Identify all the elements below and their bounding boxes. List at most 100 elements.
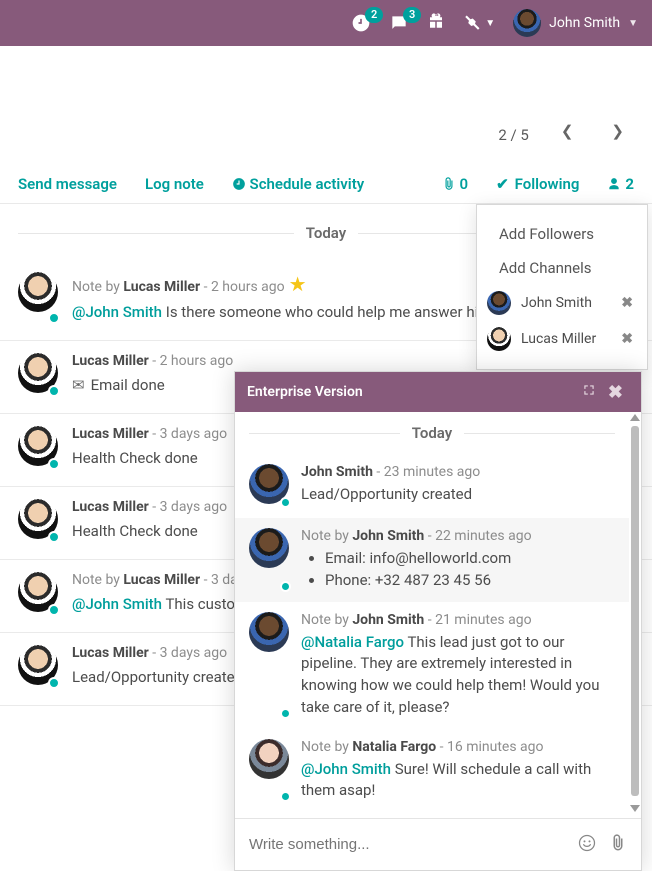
status-indicator bbox=[48, 677, 60, 689]
bullet-list: Email: info@helloworld.comPhone: +32 487… bbox=[325, 548, 615, 592]
note-prefix: Note by bbox=[72, 572, 123, 588]
message-time: - 23 minutes ago bbox=[373, 464, 480, 480]
status-indicator bbox=[48, 385, 60, 397]
chat-message-header: John Smith - 23 minutes ago bbox=[301, 464, 615, 480]
schedule-activity-tab[interactable]: Schedule activity bbox=[232, 175, 364, 193]
message-time: - 22 minutes ago bbox=[424, 528, 531, 544]
mention[interactable]: @John Smith bbox=[72, 595, 162, 613]
messages-icon[interactable]: 3 bbox=[389, 13, 409, 33]
message-text: Email done bbox=[91, 376, 165, 394]
author-name: John Smith bbox=[352, 528, 424, 544]
followers-panel: Add Followers Add Channels John Smith✖Lu… bbox=[476, 204, 648, 370]
message-time: - 21 minutes ago bbox=[424, 612, 531, 628]
author-name: Lucas Miller bbox=[72, 645, 149, 661]
emoji-icon[interactable] bbox=[577, 833, 597, 857]
note-prefix: Note by bbox=[301, 612, 352, 628]
pager: 2 / 5 ❮ ❯ bbox=[0, 46, 652, 164]
envelope-icon: ✉ bbox=[72, 376, 85, 394]
chevron-down-icon: ▼ bbox=[628, 18, 638, 29]
followers-button[interactable]: 2 bbox=[607, 175, 634, 193]
message-time: - 2 hours ago bbox=[200, 279, 284, 295]
avatar bbox=[18, 272, 58, 312]
message-text: Lead/Opportunity created bbox=[301, 485, 472, 503]
status-indicator bbox=[280, 497, 291, 508]
pager-next[interactable]: ❯ bbox=[605, 118, 630, 144]
activities-icon[interactable]: 2 bbox=[351, 13, 371, 33]
chat-message: John Smith - 23 minutes ago Lead/Opportun… bbox=[235, 454, 629, 518]
chat-window: Enterprise Version ✖ Today John Smith - … bbox=[234, 371, 642, 871]
attach-icon[interactable] bbox=[609, 834, 627, 856]
status-indicator bbox=[48, 604, 60, 616]
avatar bbox=[249, 739, 289, 779]
topbar: 2 3 ▼ John Smith ▼ bbox=[0, 0, 652, 46]
note-prefix: Note by bbox=[301, 528, 352, 544]
scroll-down-arrow[interactable] bbox=[630, 805, 640, 812]
following-button[interactable]: ✔ Following bbox=[496, 175, 579, 193]
message-time: - 2 hours ago bbox=[149, 353, 233, 369]
activities-badge: 2 bbox=[365, 7, 383, 23]
user-menu[interactable]: John Smith ▼ bbox=[513, 9, 638, 37]
avatar bbox=[249, 528, 289, 568]
tools-dropdown[interactable]: ▼ bbox=[463, 14, 495, 32]
follower-row[interactable]: Lucas Miller ✖ bbox=[477, 321, 647, 357]
chat-header[interactable]: Enterprise Version ✖ bbox=[235, 372, 641, 412]
avatar bbox=[487, 291, 511, 315]
chat-message-body: Email: info@helloworld.comPhone: +32 487… bbox=[301, 548, 615, 592]
add-followers-item[interactable]: Add Followers bbox=[477, 217, 647, 251]
expand-icon[interactable] bbox=[576, 383, 602, 401]
author-name: Lucas Miller bbox=[123, 279, 200, 295]
close-icon[interactable]: ✖ bbox=[602, 382, 629, 403]
author-name: John Smith bbox=[301, 464, 373, 480]
message-text: Lead/Opportunity created bbox=[72, 668, 243, 686]
star-icon[interactable]: ★ bbox=[289, 272, 307, 296]
chat-message-header: Note by Natalia Fargo - 16 minutes ago bbox=[301, 739, 615, 755]
list-item: Phone: +32 487 23 45 56 bbox=[325, 570, 615, 592]
message-time: - 3 days ago bbox=[149, 499, 227, 515]
scroll-up-arrow[interactable] bbox=[630, 414, 640, 421]
message-text: Health Check done bbox=[72, 522, 198, 540]
mention[interactable]: @Natalia Fargo bbox=[301, 633, 404, 651]
avatar bbox=[513, 9, 541, 37]
pager-label: 2 / 5 bbox=[498, 126, 529, 144]
pager-prev[interactable]: ❮ bbox=[555, 118, 580, 144]
chat-message: Note by John Smith - 21 minutes ago@Nata… bbox=[235, 602, 629, 729]
avatar bbox=[249, 612, 289, 652]
add-channels-item[interactable]: Add Channels bbox=[477, 251, 647, 285]
follower-name: John Smith bbox=[521, 295, 592, 311]
chat-message-header: Note by John Smith - 22 minutes ago bbox=[301, 528, 615, 544]
user-name: John Smith bbox=[549, 15, 620, 31]
mention[interactable]: @John Smith bbox=[72, 303, 162, 321]
scrollbar-thumb[interactable] bbox=[631, 426, 639, 796]
send-message-tab[interactable]: Send message bbox=[18, 175, 117, 193]
mention[interactable]: @John Smith bbox=[301, 760, 391, 778]
author-name: Lucas Miller bbox=[72, 426, 149, 442]
message-time: - 3 days ago bbox=[149, 426, 227, 442]
remove-follower-icon[interactable]: ✖ bbox=[617, 331, 637, 347]
follower-name: Lucas Miller bbox=[521, 331, 596, 347]
chat-message-body: @Natalia Fargo This lead just got to our… bbox=[301, 632, 615, 719]
status-indicator bbox=[280, 708, 291, 719]
status-indicator bbox=[280, 581, 291, 592]
chat-input[interactable] bbox=[249, 836, 565, 853]
chat-message: Note by Natalia Fargo - 16 minutes ago @J… bbox=[235, 729, 629, 813]
status-indicator bbox=[48, 531, 60, 543]
chatter-action-bar: Send message Log note Schedule activity … bbox=[0, 164, 652, 204]
remove-follower-icon[interactable]: ✖ bbox=[617, 295, 637, 311]
note-prefix: Note by bbox=[72, 279, 123, 295]
avatar bbox=[487, 327, 511, 351]
chat-date-separator: Today bbox=[235, 412, 629, 454]
list-item: Email: info@helloworld.com bbox=[325, 548, 615, 570]
attachments-button[interactable]: 0 bbox=[442, 175, 468, 193]
message-time: - 16 minutes ago bbox=[436, 739, 543, 755]
messages-badge: 3 bbox=[403, 7, 421, 23]
chat-message-body: Lead/Opportunity created bbox=[301, 484, 615, 506]
status-indicator bbox=[48, 312, 60, 324]
status-indicator bbox=[280, 791, 291, 802]
chat-message-body: @John Smith Sure! Will schedule a call w… bbox=[301, 759, 615, 803]
gift-icon[interactable] bbox=[427, 12, 445, 34]
message-text: Health Check done bbox=[72, 449, 198, 467]
message-time: - 3 days ago bbox=[149, 645, 227, 661]
follower-row[interactable]: John Smith ✖ bbox=[477, 285, 647, 321]
log-note-tab[interactable]: Log note bbox=[145, 175, 204, 193]
note-prefix: Note by bbox=[301, 739, 352, 755]
